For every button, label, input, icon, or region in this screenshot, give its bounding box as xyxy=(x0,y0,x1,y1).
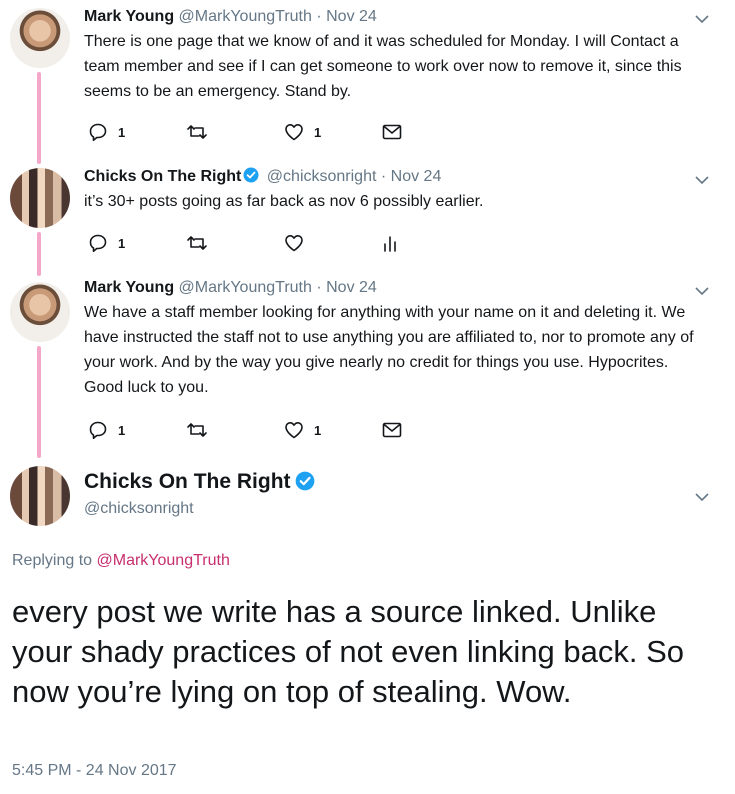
thread-line xyxy=(37,72,41,164)
author-name[interactable]: Chicks On The Right xyxy=(84,470,291,493)
author-name[interactable]: Mark Young xyxy=(84,279,174,296)
tweet-actions: 1 xyxy=(88,233,480,253)
tweet-header: Chicks On The Right @chicksonright · Nov… xyxy=(84,166,711,188)
retweet-button[interactable] xyxy=(186,234,284,252)
chevron-down-icon[interactable] xyxy=(695,286,709,296)
chevron-down-icon[interactable] xyxy=(695,175,709,185)
retweet-icon xyxy=(187,423,207,437)
like-count: 1 xyxy=(314,124,322,140)
reply-icon xyxy=(89,234,107,252)
thread-line xyxy=(37,232,41,276)
replying-prefix: Replying to xyxy=(12,552,93,569)
heart-icon xyxy=(285,235,303,252)
verified-badge-icon xyxy=(295,471,314,491)
envelope-icon xyxy=(382,124,402,140)
tweet[interactable]: Mark Young @MarkYoungTruth · Nov 24 We h… xyxy=(84,277,711,400)
message-button[interactable] xyxy=(382,124,480,140)
avatar[interactable] xyxy=(10,168,70,228)
verified-badge-icon xyxy=(243,167,259,183)
thread-line xyxy=(37,346,41,458)
reply-button[interactable]: 1 xyxy=(88,122,186,142)
avatar[interactable] xyxy=(10,8,70,68)
like-button[interactable] xyxy=(284,234,382,252)
tweet-text: it’s 30+ posts going as far back as nov … xyxy=(84,193,484,210)
retweet-icon xyxy=(187,125,207,139)
main-author-handle[interactable]: @chicksonright xyxy=(84,500,194,518)
like-count: 1 xyxy=(314,422,322,438)
tweet-date[interactable]: · Nov 24 xyxy=(316,8,376,25)
retweet-button[interactable] xyxy=(186,421,284,439)
avatar[interactable] xyxy=(10,466,70,526)
tweet-date[interactable]: · Nov 24 xyxy=(316,279,376,296)
tweet-actions: 1 1 xyxy=(88,420,480,440)
analytics-icon xyxy=(384,236,396,252)
tweet-timestamp[interactable]: 5:45 PM - 24 Nov 2017 xyxy=(12,762,177,780)
like-button[interactable]: 1 xyxy=(284,421,382,439)
tweet-date[interactable]: · Nov 24 xyxy=(381,168,441,185)
heart-icon xyxy=(285,124,303,141)
reply-icon xyxy=(89,123,107,141)
retweet-button[interactable] xyxy=(186,123,284,141)
tweet-text: There is one page that we know of and it… xyxy=(84,33,682,100)
reply-count: 1 xyxy=(118,422,126,438)
like-button[interactable]: 1 xyxy=(284,123,382,141)
avatar[interactable] xyxy=(10,282,70,342)
replying-to: Replying to @MarkYoungTruth xyxy=(12,552,230,570)
author-handle[interactable]: @MarkYoungTruth xyxy=(179,8,312,25)
retweet-icon xyxy=(187,236,207,250)
reply-button[interactable]: 1 xyxy=(88,233,186,253)
reply-count: 1 xyxy=(118,235,126,251)
tweet-header: Mark Young @MarkYoungTruth · Nov 24 xyxy=(84,6,711,28)
tweet[interactable]: Mark Young @MarkYoungTruth · Nov 24 Ther… xyxy=(84,6,711,104)
tweet-header: Mark Young @MarkYoungTruth · Nov 24 xyxy=(84,277,711,299)
tweet[interactable]: Chicks On The Right @chicksonright · Nov… xyxy=(84,166,711,214)
tweet-text: We have a staff member looking for anyth… xyxy=(84,304,694,396)
main-author-name[interactable]: Chicks On The Right xyxy=(84,470,318,494)
chevron-down-icon[interactable] xyxy=(695,14,709,24)
envelope-icon xyxy=(382,422,402,438)
author-name[interactable]: Mark Young xyxy=(84,8,174,25)
author-handle[interactable]: @chicksonright xyxy=(267,168,377,185)
reply-count: 1 xyxy=(118,124,126,140)
tweet-actions: 1 1 xyxy=(88,122,480,142)
author-name[interactable]: Chicks On The Right xyxy=(84,168,241,185)
reply-button[interactable]: 1 xyxy=(88,420,186,440)
main-tweet-text: every post we write has a source linked.… xyxy=(12,594,685,709)
message-button[interactable] xyxy=(382,422,480,438)
replying-to-link[interactable]: @MarkYoungTruth xyxy=(97,552,230,569)
heart-icon xyxy=(285,422,303,439)
analytics-button[interactable] xyxy=(382,234,480,252)
reply-icon xyxy=(89,421,107,439)
author-handle[interactable]: @MarkYoungTruth xyxy=(179,279,312,296)
chevron-down-icon[interactable] xyxy=(695,492,709,502)
